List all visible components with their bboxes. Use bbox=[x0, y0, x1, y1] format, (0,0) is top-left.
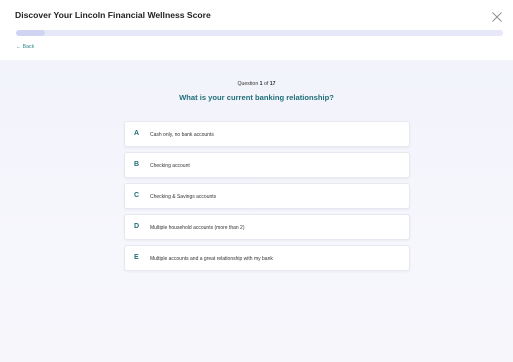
option-label: Multiple accounts and a great relationsh… bbox=[150, 255, 273, 262]
question-counter: Question 1 of 17 bbox=[237, 81, 276, 87]
option-label: Checking account bbox=[150, 162, 190, 169]
modal-title: Discover Your Lincoln Financial Wellness… bbox=[15, 10, 211, 20]
option-letter: C bbox=[134, 192, 140, 199]
option-b-button[interactable]: B Checking account bbox=[124, 152, 410, 178]
option-d-button[interactable]: D Multiple household accounts (more than… bbox=[124, 214, 410, 240]
option-label: Checking & Savings accounts bbox=[150, 193, 217, 200]
back-link[interactable]: ← Back bbox=[16, 44, 34, 50]
close-icon bbox=[492, 12, 502, 22]
option-a-button[interactable]: A Cash only, no bank accounts bbox=[124, 121, 410, 147]
option-letter: D bbox=[134, 223, 140, 230]
option-letter: B bbox=[134, 161, 140, 168]
question-text: What is your current banking relationshi… bbox=[179, 93, 334, 102]
question-total: 17 bbox=[269, 81, 276, 87]
answer-options: A Cash only, no bank accounts B Checking… bbox=[124, 121, 410, 276]
option-label: Multiple household accounts (more than 2… bbox=[150, 224, 245, 231]
modal-header: Discover Your Lincoln Financial Wellness… bbox=[0, 0, 513, 60]
progress-bar-fill bbox=[16, 30, 45, 36]
option-c-button[interactable]: C Checking & Savings accounts bbox=[124, 183, 410, 209]
option-letter: E bbox=[134, 254, 139, 261]
close-button[interactable] bbox=[491, 10, 503, 22]
progress-bar bbox=[16, 30, 503, 36]
wellness-score-modal: Discover Your Lincoln Financial Wellness… bbox=[0, 0, 513, 362]
option-e-button[interactable]: E Multiple accounts and a great relation… bbox=[124, 245, 410, 271]
option-label: Cash only, no bank accounts bbox=[150, 131, 214, 138]
option-letter: A bbox=[134, 130, 140, 137]
